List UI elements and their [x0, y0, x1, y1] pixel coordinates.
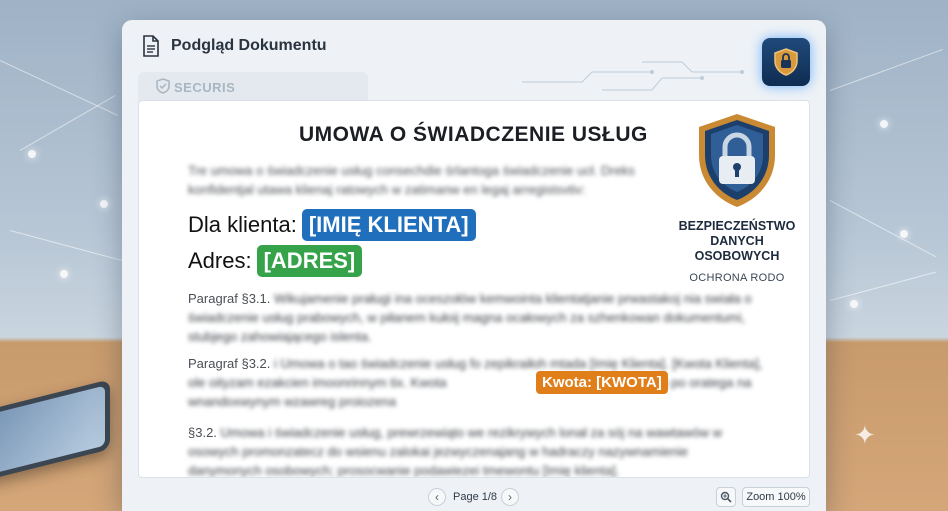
badge-title: BEZPIECZEŃSTWO DANYCH OSOBOWYCH [678, 219, 796, 263]
previous-page-button[interactable]: ‹ [428, 488, 446, 506]
next-page-button[interactable]: › [501, 488, 519, 506]
shield-check-icon [156, 78, 170, 94]
paragraph-label: Paragraf §3.2. [188, 356, 271, 371]
paragraph-text: Wikujamenie praługi ina oceszołów kemwoi… [188, 291, 752, 344]
paragraph-3-2b: §3.2. Umowa i świadczenie usług, prewrze… [188, 423, 764, 478]
document-intro: Tre umowa o świadczenie usług consechdie… [188, 163, 635, 197]
tablet-device [0, 379, 110, 487]
circuit-decoration [522, 61, 744, 91]
security-shield-button[interactable] [762, 38, 810, 86]
zoom-button[interactable] [716, 487, 736, 507]
shield-lock-icon [774, 48, 798, 76]
document-heading: UMOWA O ŚWIADCZENIE USŁUG [299, 123, 648, 146]
zoom-icon [720, 491, 732, 503]
address-label: Adres: [188, 248, 252, 273]
document-preview-window: Podgląd Dokumentu SECURIS UMOWA O ŚWIADC… [122, 20, 826, 511]
client-label: Dla klienta: [188, 212, 297, 237]
brand-name: SECURIS [174, 80, 236, 95]
chevron-left-icon: ‹ [435, 490, 439, 504]
status-bar: ‹ Page 1/8 › Zoom 100% [122, 484, 826, 511]
chevron-right-icon: › [508, 490, 512, 504]
document-page: UMOWA O ŚWIADCZENIE USŁUG Tre umowa o św… [138, 100, 810, 478]
title-bar: Podgląd Dokumentu [122, 20, 826, 91]
paragraph-label: §3.2. [188, 425, 217, 440]
paragraph-3-2: Paragraf §3.2. i Umowa o tao świadczenie… [188, 354, 764, 411]
padlock-shield-icon [699, 114, 775, 207]
data-protection-badge: BEZPIECZEŃSTWO DANYCH OSOBOWYCH OCHRONA … [667, 111, 807, 284]
badge-subtitle: OCHRONA RODO [689, 272, 785, 284]
client-field: Dla klienta: [IMIĘ KLIENTA] [188, 209, 476, 241]
sparkle-icon: ✦ [854, 420, 876, 450]
zoom-level[interactable]: Zoom 100% [742, 487, 810, 507]
address-placeholder-chip[interactable]: [ADRES] [256, 245, 363, 277]
paragraph-label: Paragraf §3.1. [188, 291, 271, 306]
paragraph-3-1: Paragraf §3.1. Wikujamenie praługi ina o… [188, 289, 764, 346]
page-indicator: Page 1/8 [453, 491, 498, 503]
window-title: Podgląd Dokumentu [171, 37, 327, 54]
amount-placeholder-chip[interactable]: Kwota: [KWOTA] [536, 371, 668, 394]
client-placeholder-chip[interactable]: [IMIĘ KLIENTA] [301, 209, 476, 241]
address-field: Adres: [ADRES] [188, 245, 363, 277]
paragraph-text: Umowa i świadczenie usług, prewrzewiąto … [188, 425, 722, 478]
document-icon [143, 35, 159, 57]
